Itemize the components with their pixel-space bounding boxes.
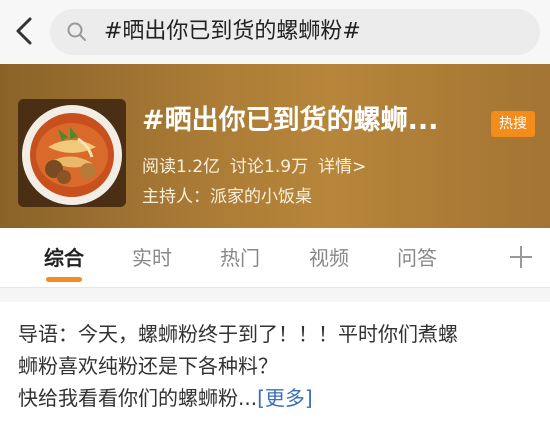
tab-bar: 综合 实时 热门 视频 问答 [0,228,550,288]
chevron-left-icon[interactable] [8,14,42,48]
tab-video[interactable]: 视频 [309,244,349,272]
search-bar: #晒出你已到货的螺蛳粉# [0,0,550,64]
search-query: #晒出你已到货的螺蛳粉# [104,19,361,44]
active-tab-indicator [46,277,82,282]
details-link[interactable]: 详情> [318,157,366,177]
tab-qa[interactable]: 问答 [397,244,437,272]
read-count: 阅读1.2亿 [142,157,221,177]
search-input[interactable]: #晒出你已到货的螺蛳粉# [50,9,540,55]
intro-line-1: 导语：今天，螺蛳粉终于到了！！！平时你们煮螺 [18,322,458,346]
topic-thumbnail[interactable] [18,99,126,207]
hot-search-badge: 热搜 [491,111,535,137]
tab-hot[interactable]: 热门 [220,244,260,272]
topic-stats: 阅读1.2亿 讨论1.9万 详情> [142,155,376,179]
intro-line-2: 蛳粉喜欢纯粉还是下各种料？ [18,354,278,378]
tab-comprehensive[interactable]: 综合 [44,244,84,272]
intro-line-3-text: 快给我看看你们的螺蛳粉... [18,386,258,410]
topic-title: #晒出你已到货的螺蛳... [142,105,439,136]
topic-header: #晒出你已到货的螺蛳... 热搜 阅读1.2亿 讨论1.9万 详情> 主持人：派家的… [0,64,550,228]
plus-icon[interactable] [508,244,534,270]
discussion-count: 讨论1.9万 [230,157,309,177]
tab-realtime[interactable]: 实时 [132,244,172,272]
topic-host[interactable]: 主持人：派家的小饭桌 [142,185,312,209]
more-link[interactable]: [更多] [257,386,313,410]
noodle-bowl-image [18,99,126,207]
topic-intro: 导语：今天，螺蛳粉终于到了！！！平时你们煮螺 蛳粉喜欢纯粉还是下各种料？ 快给我… [18,318,538,414]
section-divider [0,288,550,302]
search-icon [67,22,86,41]
intro-line-3: 快给我看看你们的螺蛳粉...[更多] [18,382,538,414]
